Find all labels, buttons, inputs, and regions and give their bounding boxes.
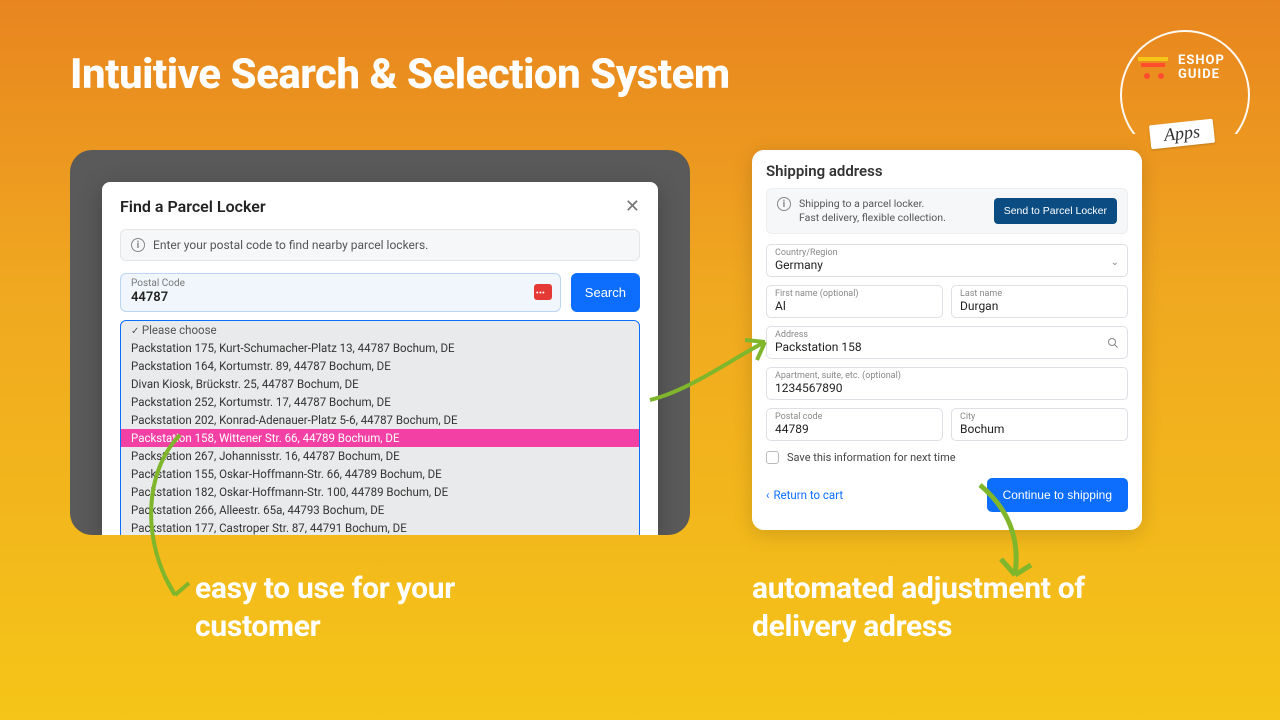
continue-button[interactable]: Continue to shipping [987, 478, 1128, 512]
notice-line1: Shipping to a parcel locker. [799, 197, 946, 211]
parcel-locker-modal: Find a Parcel Locker ✕ i Enter your post… [102, 182, 658, 535]
left-screenshot-panel: Find a Parcel Locker ✕ i Enter your post… [70, 150, 690, 535]
checkbox-icon[interactable] [766, 451, 779, 464]
first-name-value: Al [775, 299, 934, 313]
postal-code-value: 44787 [131, 290, 550, 305]
send-to-locker-button[interactable]: Send to Parcel Locker [994, 198, 1117, 224]
address-label: Address [775, 330, 1119, 340]
save-info-label: Save this information for next time [787, 451, 956, 464]
postal-label: Postal code [775, 412, 934, 422]
city-label: City [960, 412, 1119, 422]
dropdown-option[interactable]: Packstation 175, Kurt-Schumacher-Platz 1… [121, 339, 639, 357]
save-info-checkbox-row[interactable]: Save this information for next time [766, 451, 1128, 464]
info-icon: i [131, 238, 145, 252]
city-input[interactable]: City Bochum [951, 408, 1128, 441]
parcel-notice: i Shipping to a parcel locker. Fast deli… [766, 188, 1128, 234]
postal-code-label: Postal Code [131, 278, 550, 289]
shipping-heading: Shipping address [766, 162, 1128, 180]
modal-hint: i Enter your postal code to find nearby … [120, 229, 640, 261]
dropdown-option[interactable]: Packstation 267, Johannisstr. 16, 44787 … [121, 447, 639, 465]
country-value: Germany [775, 258, 1119, 272]
dropdown-option[interactable]: Packstation 177, Castroper Str. 87, 4479… [121, 519, 639, 535]
postal-code-input[interactable]: Postal Code 44787 [120, 273, 561, 312]
password-manager-icon[interactable] [534, 284, 552, 300]
cart-icon [1138, 55, 1172, 81]
return-label: Return to cart [773, 488, 843, 502]
caption-left: easy to use for your customer [195, 570, 555, 645]
logo-line2: GUIDE [1178, 68, 1225, 82]
notice-line2: Fast delivery, flexible collection. [799, 211, 946, 225]
last-name-input[interactable]: Last name Durgan [951, 285, 1128, 318]
city-value: Bochum [960, 422, 1119, 436]
modal-title: Find a Parcel Locker [120, 197, 266, 216]
search-button[interactable]: Search [571, 273, 640, 312]
modal-hint-text: Enter your postal code to find nearby pa… [153, 238, 428, 252]
info-icon: i [777, 197, 791, 211]
brand-logo: ESHOP GUIDE Apps [1120, 30, 1250, 160]
first-name-input[interactable]: First name (optional) Al [766, 285, 943, 318]
page-title: Intuitive Search & Selection System [70, 50, 730, 99]
dropdown-option[interactable]: Divan Kiosk, Brückstr. 25, 44787 Bochum,… [121, 375, 639, 393]
dropdown-option[interactable]: Packstation 182, Oskar-Hoffmann-Str. 100… [121, 483, 639, 501]
country-select[interactable]: Country/Region Germany ⌄ [766, 244, 1128, 277]
close-icon[interactable]: ✕ [625, 196, 640, 217]
return-to-cart-link[interactable]: ‹ Return to cart [766, 488, 843, 502]
last-name-value: Durgan [960, 299, 1119, 313]
logo-line1: ESHOP [1178, 54, 1225, 68]
dropdown-option[interactable]: Packstation 252, Kortumstr. 17, 44787 Bo… [121, 393, 639, 411]
apps-tag: Apps [1149, 119, 1215, 150]
chevron-down-icon: ⌄ [1111, 257, 1119, 268]
dropdown-placeholder: Please choose [121, 321, 639, 339]
address-value: Packstation 158 [775, 340, 1119, 354]
country-label: Country/Region [775, 248, 1119, 258]
postal-value: 44789 [775, 422, 934, 436]
dropdown-option[interactable]: Packstation 155, Oskar-Hoffmann-Str. 66,… [121, 465, 639, 483]
address-input[interactable]: Address Packstation 158 [766, 326, 1128, 359]
shipping-address-panel: Shipping address i Shipping to a parcel … [752, 150, 1142, 530]
search-icon[interactable] [1107, 337, 1119, 352]
last-name-label: Last name [960, 289, 1119, 299]
first-name-label: First name (optional) [775, 289, 934, 299]
dropdown-option[interactable]: Packstation 266, Alleestr. 65a, 44793 Bo… [121, 501, 639, 519]
dropdown-option[interactable]: Packstation 164, Kortumstr. 89, 44787 Bo… [121, 357, 639, 375]
postal-code-input[interactable]: Postal code 44789 [766, 408, 943, 441]
apartment-input[interactable]: Apartment, suite, etc. (optional) 123456… [766, 367, 1128, 400]
apartment-label: Apartment, suite, etc. (optional) [775, 371, 1119, 381]
locker-dropdown[interactable]: Please choosePackstation 175, Kurt-Schum… [120, 320, 640, 535]
caption-right: automated adjustment of delivery adress [752, 570, 1132, 645]
dropdown-option[interactable]: Packstation 158, Wittener Str. 66, 44789… [121, 429, 639, 447]
dropdown-option[interactable]: Packstation 202, Konrad-Adenauer-Platz 5… [121, 411, 639, 429]
chevron-left-icon: ‹ [766, 488, 769, 502]
apartment-value: 1234567890 [775, 381, 1119, 395]
